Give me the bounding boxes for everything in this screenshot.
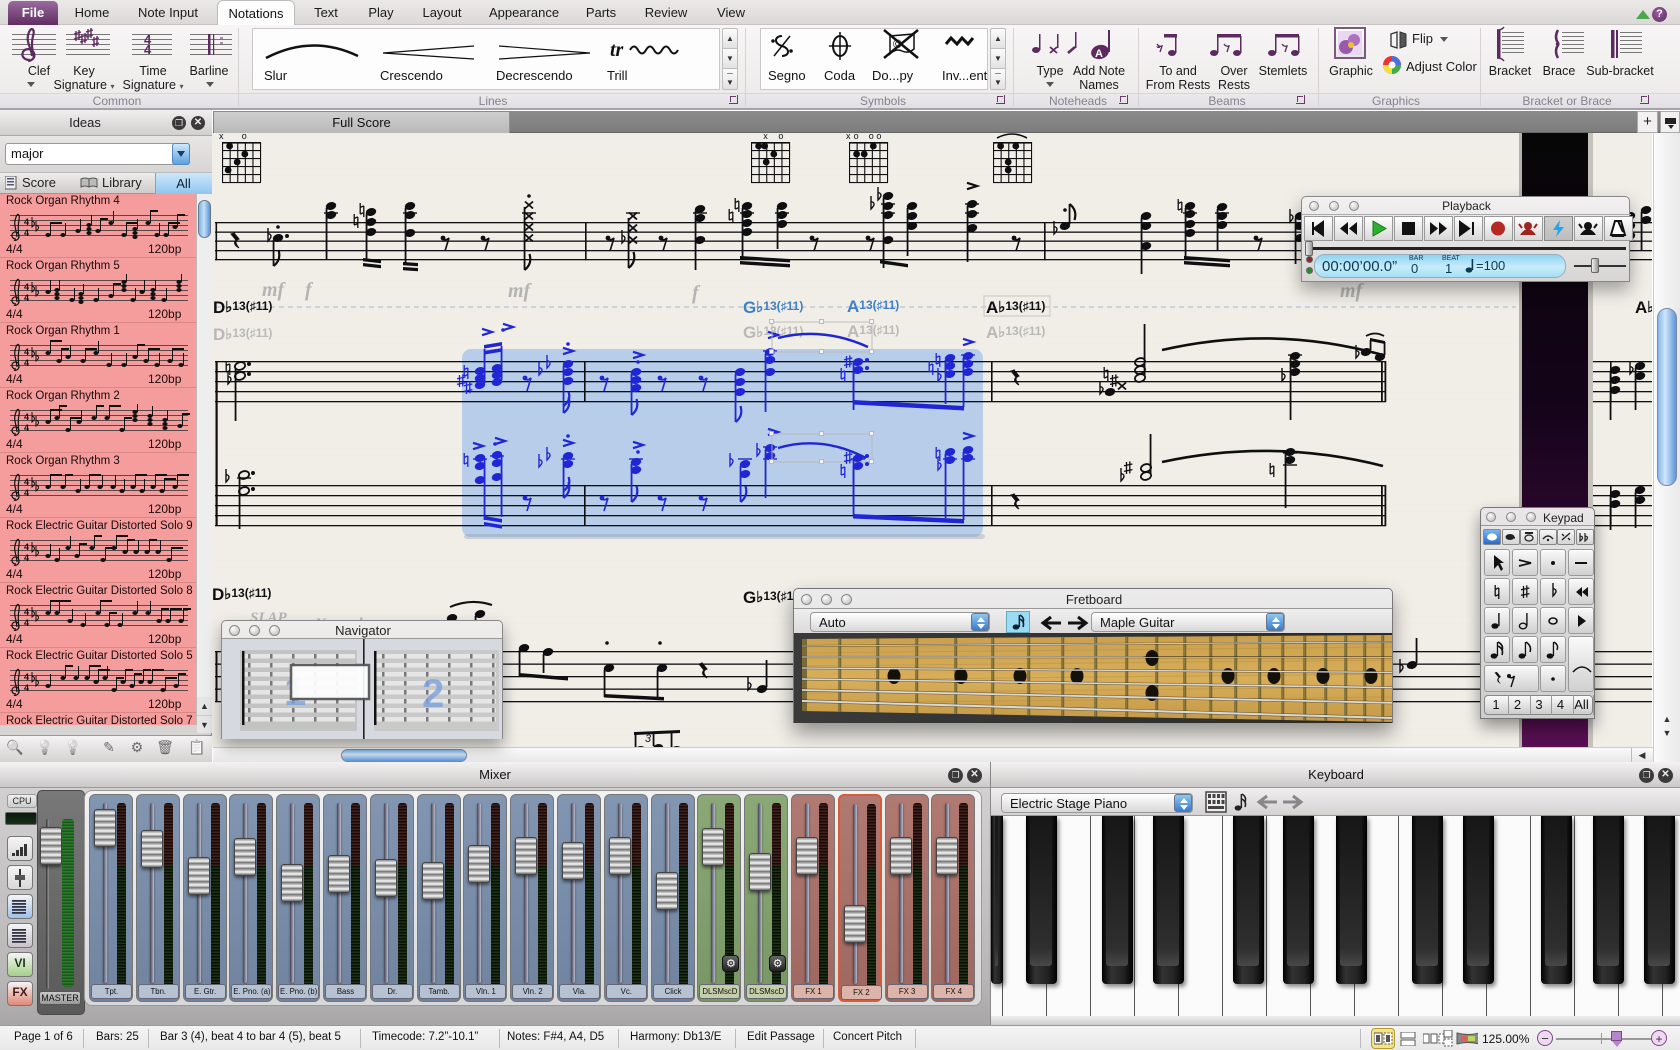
- svg-text:4: 4: [24, 553, 29, 563]
- svg-text:o: o: [854, 133, 859, 141]
- svg-text:Crescendo: Crescendo: [380, 68, 443, 83]
- svg-text:4: 4: [24, 618, 29, 628]
- svg-text:mf: mf: [508, 280, 533, 302]
- svg-text:4: 4: [24, 282, 29, 292]
- svg-text:Trill: Trill: [607, 68, 628, 83]
- svg-text:4: 4: [24, 347, 29, 357]
- svg-text:A♭13: A♭13: [1635, 298, 1652, 317]
- svg-text:4: 4: [24, 228, 29, 238]
- svg-text:o: o: [869, 133, 874, 141]
- svg-text:4: 4: [24, 683, 29, 693]
- svg-text:x: x: [763, 133, 768, 141]
- svg-text:4: 4: [24, 412, 29, 422]
- svg-text:x: x: [219, 133, 224, 141]
- svg-text:4: 4: [24, 542, 29, 552]
- svg-text:tr: tr: [610, 39, 624, 61]
- svg-text:Decrescendo: Decrescendo: [496, 68, 573, 83]
- svg-text:4: 4: [24, 423, 29, 433]
- svg-text:mf: mf: [1340, 280, 1365, 302]
- svg-text:Do...py: Do...py: [872, 68, 914, 83]
- svg-text:o: o: [876, 133, 881, 141]
- svg-text:4: 4: [24, 488, 29, 498]
- svg-text:3: 3: [645, 733, 652, 745]
- svg-text:4: 4: [24, 477, 29, 487]
- svg-text:4: 4: [24, 672, 29, 682]
- svg-text:4: 4: [24, 293, 29, 303]
- svg-text:Coda: Coda: [824, 68, 856, 83]
- svg-text:4: 4: [24, 217, 29, 227]
- svg-text:4: 4: [24, 358, 29, 368]
- svg-text:o: o: [778, 133, 783, 141]
- svg-text:Slur: Slur: [264, 68, 288, 83]
- svg-text:o: o: [242, 133, 247, 141]
- svg-text:A: A: [1095, 48, 1103, 60]
- svg-text:mf: mf: [262, 279, 287, 301]
- svg-text:Segno: Segno: [768, 68, 806, 83]
- svg-text:4: 4: [144, 42, 152, 57]
- svg-text:4: 4: [24, 607, 29, 617]
- svg-text:2: 2: [422, 672, 444, 716]
- svg-text:x: x: [846, 133, 851, 141]
- svg-text:Inv...ent: Inv...ent: [942, 68, 988, 83]
